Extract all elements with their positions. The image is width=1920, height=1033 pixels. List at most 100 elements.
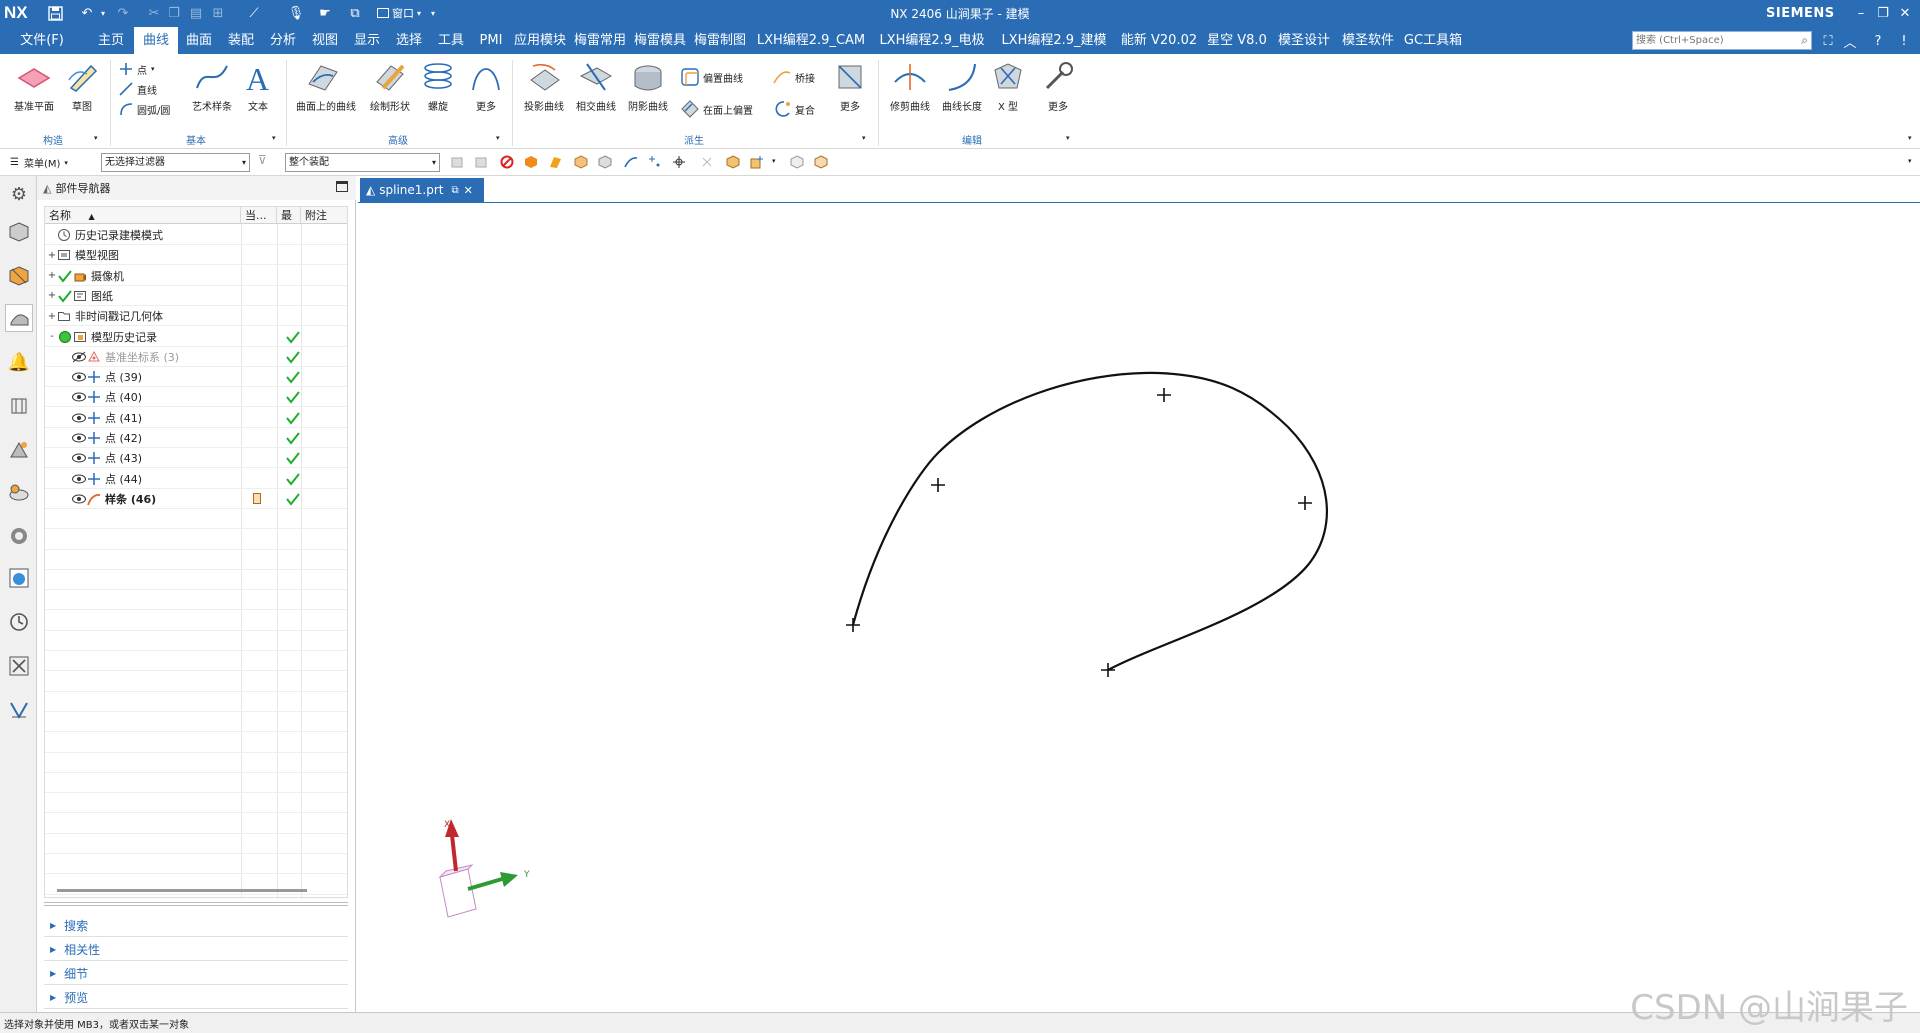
assembly-navigator-icon[interactable] — [5, 218, 33, 246]
tab-15[interactable]: LXH编程2.9_电极 — [872, 27, 992, 54]
offset-curve-button[interactable]: 偏置曲线 — [680, 68, 743, 86]
chevron-down-icon[interactable]: ▾ — [151, 65, 155, 73]
art-spline-button[interactable]: 艺术样条 — [186, 60, 238, 113]
visible-check-icon[interactable] — [57, 289, 73, 303]
select-curve-icon[interactable] — [624, 155, 638, 169]
info-icon[interactable]: ! — [1896, 32, 1912, 50]
filter-icon[interactable]: ⊽ — [258, 153, 272, 167]
section-3[interactable]: ▶ 预览 — [44, 987, 348, 1009]
graphics-canvas[interactable]: X Y — [358, 203, 1920, 1013]
expand-icon[interactable]: + — [47, 250, 57, 261]
tab-12[interactable]: 梅雷模具 — [630, 27, 690, 54]
trim-curve-button[interactable]: 修剪曲线 — [884, 60, 936, 113]
file-menu[interactable]: 文件(F) — [12, 27, 72, 54]
column-header-comment[interactable]: 附注 — [301, 207, 347, 224]
snap-point-icon[interactable] — [672, 155, 686, 169]
eye-icon[interactable] — [71, 370, 87, 384]
tab-1[interactable]: 曲线 — [134, 27, 178, 54]
helix-button[interactable]: 螺旋 — [412, 60, 464, 113]
tab-7[interactable]: 选择 — [388, 27, 430, 54]
restore-icon[interactable]: ❐ — [1874, 4, 1892, 22]
microphone-icon[interactable]: 🎙 — [288, 4, 305, 22]
menu-button[interactable]: ☰ 菜单(M) ▾ — [10, 155, 68, 170]
navigator-splitter[interactable] — [44, 902, 348, 906]
tree-row[interactable]: - 模型历史记录 — [45, 327, 347, 347]
undo-icon[interactable]: ↶ — [78, 4, 96, 22]
tab-14[interactable]: LXH编程2.9_CAM — [750, 27, 872, 54]
point-marker[interactable] — [846, 618, 860, 632]
group-options-icon[interactable]: ▾ — [1066, 134, 1070, 142]
tree-row[interactable]: 点 (39) — [45, 367, 347, 388]
offset-on-face-button[interactable]: 在面上偏置 — [680, 100, 753, 118]
search-icon[interactable]: ⌕ — [1801, 33, 1808, 48]
tree-row[interactable]: + 模型视图 — [45, 245, 347, 266]
point-marker[interactable] — [1157, 388, 1171, 402]
column-header-name[interactable]: 名称 ▲ — [45, 207, 241, 224]
tab-20[interactable]: 模圣软件 — [1336, 27, 1400, 54]
tree-row[interactable]: 点 (40) — [45, 387, 347, 408]
toolbar-options-icon[interactable]: ▾ — [1908, 157, 1912, 165]
select-body-icon[interactable] — [524, 155, 538, 169]
tree-row[interactable]: + 图纸 — [45, 286, 347, 306]
document-tab[interactable]: ◭ spline1.prt ⧉ ✕ — [360, 178, 484, 202]
tab-13[interactable]: 梅雷制图 — [690, 27, 750, 54]
select-point-icon[interactable] — [648, 155, 662, 169]
detach-tab-icon[interactable]: ⧉ — [451, 185, 458, 196]
constraint-navigator-icon[interactable] — [5, 262, 33, 290]
customize-qat-icon[interactable]: ▾ — [428, 4, 438, 22]
point-marker[interactable] — [1101, 663, 1115, 677]
tab-6[interactable]: 显示 — [346, 27, 388, 54]
tree-row[interactable]: + 摄像机 — [45, 266, 347, 286]
group-options-icon[interactable]: ▾ — [862, 134, 866, 142]
window-menu[interactable]: 窗口 ▾ — [370, 4, 428, 22]
ribbon-options-icon[interactable]: ▾ — [1908, 134, 1912, 142]
graphics-window[interactable]: X Y — [358, 202, 1920, 1012]
view-cube-icon[interactable] — [790, 155, 804, 169]
select-sheet-icon[interactable] — [598, 155, 612, 169]
tree-row[interactable]: 点 (42) — [45, 428, 347, 448]
horizontal-scrollbar[interactable] — [57, 889, 307, 892]
minimize-icon[interactable]: – — [1852, 4, 1870, 22]
visible-check-icon[interactable] — [57, 269, 73, 283]
section-0[interactable]: ▶ 搜索 — [44, 915, 348, 937]
select-component-icon[interactable] — [474, 155, 488, 169]
intersect-curve-button[interactable]: 相交曲线 — [570, 60, 622, 113]
select-feature-icon[interactable] — [450, 155, 464, 169]
sketch-button[interactable]: 草图 — [56, 60, 108, 113]
tab-17[interactable]: 能新 V20.02 — [1116, 27, 1202, 54]
project-curve-button[interactable]: 投影曲线 — [518, 60, 570, 113]
curve-quick-icon[interactable]: ⟋ — [244, 4, 264, 22]
eye-icon[interactable] — [71, 492, 87, 506]
view-triad-icon[interactable] — [814, 155, 828, 169]
collapse-ribbon-icon[interactable]: ︿ — [1842, 32, 1858, 51]
roles-icon[interactable] — [5, 522, 33, 550]
paste-icon[interactable]: ▤ — [188, 4, 204, 22]
tools-icon[interactable] — [5, 652, 33, 680]
point-marker[interactable] — [931, 478, 945, 492]
copy-icon[interactable]: ❐ — [166, 4, 182, 22]
expand-icon[interactable]: + — [47, 311, 57, 322]
tab-5[interactable]: 视图 — [304, 27, 346, 54]
assembly-icon[interactable] — [726, 155, 740, 169]
eye-icon[interactable] — [71, 411, 87, 425]
tab-11[interactable]: 梅雷常用 — [570, 27, 630, 54]
expand-icon[interactable]: + — [47, 270, 57, 281]
edit-more-button[interactable]: 更多 — [1032, 60, 1084, 113]
point-button[interactable]: 点 ▾ — [118, 60, 155, 78]
plugin-icon[interactable] — [5, 696, 33, 724]
line-button[interactable]: 直线 — [118, 80, 157, 98]
tab-16[interactable]: LXH编程2.9_建模 — [992, 27, 1116, 54]
section-2[interactable]: ▶ 细节 — [44, 963, 348, 985]
tab-21[interactable]: GC工具箱 — [1400, 27, 1466, 54]
tree-row[interactable]: 点 (41) — [45, 408, 347, 428]
group-options-icon[interactable]: ▾ — [496, 134, 500, 142]
no-selection-icon[interactable] — [500, 155, 514, 169]
tree-row[interactable]: 历史记录建模模式 — [45, 225, 347, 245]
part-navigator-icon[interactable] — [5, 304, 33, 332]
tree-row[interactable]: 样条 (46) — [45, 489, 347, 509]
tab-0[interactable]: 主页 — [88, 27, 134, 54]
arc-circle-button[interactable]: 圆弧/圆 — [118, 100, 170, 118]
redo-icon[interactable]: ↷ — [114, 4, 132, 22]
tree-row[interactable]: 基准坐标系 (3) — [45, 347, 347, 367]
full-screen-icon[interactable]: ⛶ — [1820, 32, 1836, 50]
